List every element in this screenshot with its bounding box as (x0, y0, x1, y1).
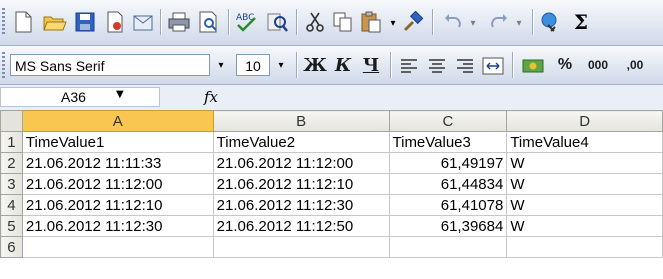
column-header-d[interactable]: D (506, 110, 663, 132)
print-preview-icon[interactable] (194, 7, 224, 37)
row-header[interactable]: 4 (0, 194, 23, 216)
table-row: 1 TimeValue1 TimeValue2 TimeValue3 TimeV… (0, 131, 663, 153)
cell-d1[interactable]: TimeValue4 (506, 131, 663, 153)
toolbar-separator (160, 9, 161, 35)
cell-d3[interactable]: W (506, 173, 663, 195)
cell-c2[interactable]: 61,49197 (388, 152, 508, 174)
spelling-icon[interactable]: ABC (232, 7, 262, 37)
toolbar-separator (532, 9, 533, 35)
italic-button[interactable]: К (330, 52, 356, 78)
print-icon[interactable] (164, 7, 194, 37)
font-size-input[interactable]: 10 (236, 54, 270, 76)
formula-bar: A36 ▼ fx (0, 85, 663, 111)
cell-a6[interactable] (21, 236, 214, 258)
currency-style-icon[interactable] (518, 51, 548, 81)
toolbar-separator (390, 52, 391, 78)
copy-icon[interactable] (328, 7, 358, 37)
cell-d5[interactable]: W (506, 215, 663, 237)
row-header[interactable]: 1 (0, 131, 23, 153)
align-center-icon[interactable] (422, 51, 452, 81)
cell-b1[interactable]: TimeValue2 (212, 131, 390, 153)
cell-d6[interactable] (506, 236, 663, 258)
cell-d2[interactable]: W (506, 152, 663, 174)
cell-b6[interactable] (212, 236, 390, 258)
open-folder-icon[interactable] (40, 7, 70, 37)
redo-dropdown-icon[interactable]: ▾ (510, 12, 528, 34)
name-box-dropdown-icon[interactable]: ▼ (116, 89, 124, 100)
comma-style-button[interactable]: 000 (582, 52, 614, 78)
column-header-c[interactable]: C (388, 110, 508, 132)
excel-window: ABC ▾ ▾ ▾ Σ MS Sans Serif ▾ 10 ▾ Ж К Ч % (0, 0, 663, 279)
cell-b3[interactable]: 21.06.2012 11:12:10 (212, 173, 390, 195)
name-box[interactable]: A36 (0, 87, 160, 107)
cell-a5[interactable]: 21.06.2012 11:12:30 (21, 215, 214, 237)
select-all-corner[interactable] (0, 110, 23, 132)
merge-center-icon[interactable] (478, 51, 508, 81)
cell-c1[interactable]: TimeValue3 (388, 131, 508, 153)
standard-toolbar: ABC ▾ ▾ ▾ Σ (0, 0, 663, 46)
undo-dropdown-icon[interactable]: ▾ (464, 12, 482, 34)
paste-icon[interactable] (356, 7, 386, 37)
column-header-row: A B C D (0, 110, 663, 132)
font-name-input[interactable]: MS Sans Serif (10, 54, 210, 76)
cell-c5[interactable]: 61,39684 (388, 215, 508, 237)
table-row: 3 21.06.2012 11:12:00 21.06.2012 11:12:1… (0, 173, 663, 195)
row-header[interactable]: 2 (0, 152, 23, 174)
cell-d4[interactable]: W (506, 194, 663, 216)
increase-decimal-button[interactable]: ,00 (618, 52, 652, 78)
row-header[interactable]: 5 (0, 215, 23, 237)
toolbar-separator (432, 9, 433, 35)
insert-function-icon[interactable]: fx (204, 88, 218, 106)
percent-style-button[interactable]: % (554, 52, 576, 78)
column-header-b[interactable]: B (212, 110, 390, 132)
row-header[interactable]: 6 (0, 236, 23, 258)
toolbar-grip[interactable] (2, 52, 5, 80)
cell-b4[interactable]: 21.06.2012 11:12:30 (212, 194, 390, 216)
toolbar-separator (228, 9, 229, 35)
cell-a1[interactable]: TimeValue1 (21, 131, 214, 153)
align-left-icon[interactable] (394, 51, 424, 81)
toolbar-separator (512, 52, 513, 78)
font-size-dropdown-icon[interactable]: ▾ (272, 54, 290, 76)
research-icon[interactable] (262, 7, 292, 37)
cell-c6[interactable] (388, 236, 508, 258)
cell-b2[interactable]: 21.06.2012 11:12:00 (212, 152, 390, 174)
table-row: 2 21.06.2012 11:11:33 21.06.2012 11:12:0… (0, 152, 663, 174)
hyperlink-icon[interactable] (536, 7, 566, 37)
cell-b5[interactable]: 21.06.2012 11:12:50 (212, 215, 390, 237)
row-header[interactable]: 3 (0, 173, 23, 195)
cut-icon[interactable] (300, 7, 330, 37)
cell-c4[interactable]: 61,41078 (388, 194, 508, 216)
new-document-icon[interactable] (8, 7, 38, 37)
autosum-icon[interactable]: Σ (566, 7, 596, 37)
toolbar-separator (296, 52, 297, 78)
cell-a3[interactable]: 21.06.2012 11:12:00 (21, 173, 214, 195)
underline-button[interactable]: Ч (358, 52, 384, 78)
toolbar-grip[interactable] (2, 8, 5, 36)
worksheet-grid: A B C D 1 TimeValue1 TimeValue2 TimeValu… (0, 110, 663, 258)
cell-a2[interactable]: 21.06.2012 11:11:33 (21, 152, 214, 174)
save-disk-icon[interactable] (70, 7, 100, 37)
formatting-toolbar: MS Sans Serif ▾ 10 ▾ Ж К Ч % 000 ,00 (0, 46, 663, 85)
table-row: 5 21.06.2012 11:12:30 21.06.2012 11:12:5… (0, 215, 663, 237)
font-name-dropdown-icon[interactable]: ▾ (212, 54, 230, 76)
table-row: 6 (0, 236, 663, 258)
cell-a4[interactable]: 21.06.2012 11:12:10 (21, 194, 214, 216)
cell-c3[interactable]: 61,44834 (388, 173, 508, 195)
align-right-icon[interactable] (450, 51, 480, 81)
format-painter-icon[interactable] (398, 7, 428, 37)
toolbar-separator (296, 9, 297, 35)
bold-button[interactable]: Ж (302, 52, 328, 78)
table-row: 4 21.06.2012 11:12:10 21.06.2012 11:12:3… (0, 194, 663, 216)
email-icon[interactable] (128, 7, 158, 37)
permission-icon[interactable] (100, 7, 130, 37)
column-header-a[interactable]: A (21, 110, 214, 132)
